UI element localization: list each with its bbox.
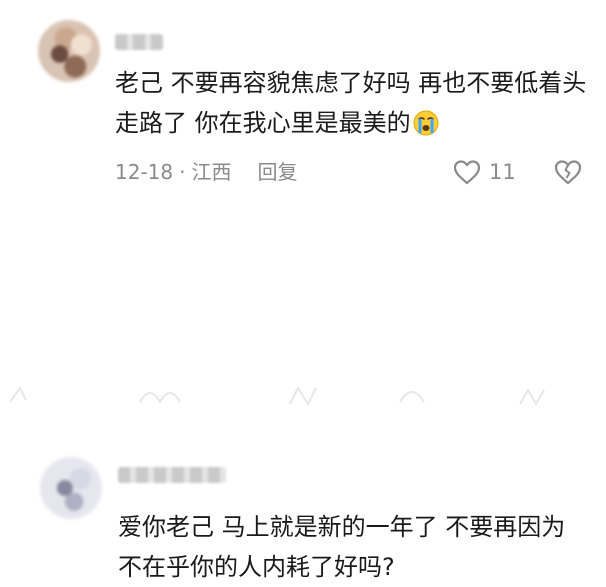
comment-location: 江西 — [191, 160, 232, 184]
comment-item: 老己 不要再容貌焦虑了好吗 再也不要低着头走路了 你在我心里是最美的 12-18… — [0, 0, 606, 215]
like-button[interactable]: 11 — [453, 157, 516, 187]
comment-body: 爱你老己 马上就是新的一年了 不要再因为不在乎你的人内耗了好吗? — [118, 513, 566, 581]
like-count: 11 — [489, 160, 516, 184]
comment-text: 老己 不要再容貌焦虑了好吗 再也不要低着头走路了 你在我心里是最美的 — [115, 63, 593, 143]
comment-text: 爱你老己 马上就是新的一年了 不要再因为不在乎你的人内耗了好吗? — [118, 507, 588, 587]
comment-item: 爱你老己 马上就是新的一年了 不要再因为不在乎你的人内耗了好吗? — [0, 215, 606, 581]
comment-meta: 12-18 · 江西 回复 — [115, 157, 297, 187]
dislike-button[interactable] — [553, 157, 583, 187]
broken-heart-icon — [554, 160, 582, 185]
avatar[interactable] — [38, 20, 100, 82]
comment-body: 老己 不要再容貌焦虑了好吗 再也不要低着头走路了 你在我心里是最美的 — [115, 69, 587, 137]
reply-button[interactable]: 回复 — [257, 157, 297, 187]
username-blurred[interactable] — [118, 467, 226, 483]
meta-separator: · — [179, 160, 186, 184]
username-blurred[interactable] — [115, 34, 163, 50]
crying-face-icon — [413, 110, 439, 136]
comment-date: 12-18 — [115, 160, 174, 184]
avatar[interactable] — [40, 457, 102, 519]
heart-icon — [453, 160, 481, 185]
